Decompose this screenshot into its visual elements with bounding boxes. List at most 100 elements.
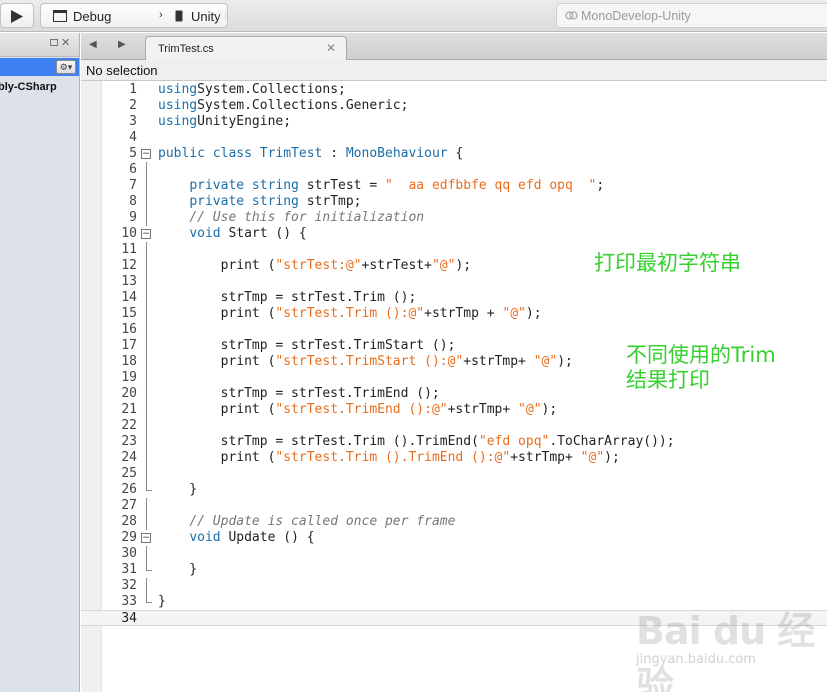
code-text: print ("strTest.TrimEnd ():@"+strTmp+ "@… bbox=[158, 402, 558, 418]
code-token: print ( bbox=[158, 402, 276, 417]
code-line[interactable]: 10− void Start () { bbox=[81, 226, 827, 242]
close-icon[interactable]: ✕ bbox=[326, 41, 336, 55]
code-line[interactable]: 30 bbox=[81, 546, 827, 562]
keyword-token: void bbox=[189, 226, 221, 241]
code-token: Start () { bbox=[220, 226, 307, 241]
forward-arrow-icon[interactable]: ▶ bbox=[118, 39, 126, 50]
fold-guide bbox=[146, 466, 147, 482]
code-line[interactable]: 22 bbox=[81, 418, 827, 434]
code-token: print ( bbox=[158, 450, 276, 465]
code-line[interactable]: 16 bbox=[81, 322, 827, 338]
line-number: 18 bbox=[121, 354, 137, 369]
device-icon bbox=[175, 10, 183, 22]
code-line[interactable]: 15 print ("strTest.Trim ():@"+strTmp + "… bbox=[81, 306, 827, 322]
code-line[interactable]: 27 bbox=[81, 498, 827, 514]
string-token: "strTest.TrimStart ():@" bbox=[275, 354, 464, 369]
fold-guide bbox=[146, 418, 147, 434]
code-text: void Update () { bbox=[158, 530, 315, 546]
fold-guide bbox=[146, 498, 147, 514]
string-token: "strTest.Trim ():@" bbox=[275, 306, 425, 321]
main-toolbar: Debug › Unity Editor MonoDevelop-Unity bbox=[0, 0, 827, 32]
minimize-pad-icon[interactable] bbox=[50, 39, 58, 46]
code-token: ); bbox=[541, 402, 558, 417]
code-token: print ( bbox=[158, 306, 276, 321]
code-line[interactable]: 25 bbox=[81, 466, 827, 482]
line-number: 23 bbox=[121, 434, 137, 449]
code-line[interactable]: 29− void Update () { bbox=[81, 530, 827, 546]
line-number: 24 bbox=[121, 450, 137, 465]
code-line[interactable]: 6 bbox=[81, 162, 827, 178]
watermark-url: jingyan.baidu.com bbox=[636, 652, 756, 667]
fold-guide bbox=[146, 290, 147, 306]
line-number: 1 bbox=[129, 82, 137, 97]
fold-guide bbox=[146, 338, 147, 354]
code-line[interactable]: 31 } bbox=[81, 562, 827, 578]
code-text: public class TrimTest : MonoBehaviour { bbox=[158, 146, 463, 162]
code-token: UnityEngine; bbox=[197, 114, 292, 129]
code-token: print ( bbox=[158, 258, 276, 273]
code-line[interactable]: 19 bbox=[81, 370, 827, 386]
code-text: // Use this for initialization bbox=[158, 210, 424, 226]
fold-guide bbox=[146, 258, 147, 274]
code-line[interactable]: 23 strTmp = strTest.Trim ().TrimEnd("efd… bbox=[81, 434, 827, 450]
fold-guide bbox=[146, 242, 147, 258]
code-line[interactable]: 2 usingSystem.Collections.Generic; bbox=[81, 98, 827, 114]
build-configuration-selector[interactable]: Debug › Unity Editor bbox=[40, 3, 228, 28]
code-line[interactable]: 26 } bbox=[81, 482, 827, 498]
type-token: MonoBehaviour bbox=[345, 146, 448, 161]
keyword-token: void bbox=[189, 530, 221, 545]
code-text: strTmp = strTest.TrimEnd (); bbox=[158, 386, 440, 402]
code-token: print ( bbox=[158, 354, 276, 369]
code-line[interactable]: 32 bbox=[81, 578, 827, 594]
code-line[interactable]: 13 bbox=[81, 274, 827, 290]
annotation-trim-compare-line1: 不同使用的Trim bbox=[626, 343, 776, 367]
run-button[interactable] bbox=[0, 3, 34, 28]
code-line[interactable]: 1 usingSystem.Collections; bbox=[81, 82, 827, 98]
back-arrow-icon[interactable]: ◀ bbox=[89, 39, 97, 50]
code-token: +strTmp+ bbox=[463, 354, 534, 369]
tab-trimtest[interactable]: TrimTest.cs ✕ bbox=[145, 36, 347, 61]
code-token: strTmp = strTest.Trim (); bbox=[158, 290, 417, 305]
code-token: } bbox=[158, 594, 166, 609]
code-line[interactable]: 14 strTmp = strTest.Trim (); bbox=[81, 290, 827, 306]
code-text: usingUnityEngine; bbox=[158, 114, 291, 130]
solution-item-assembly-csharp[interactable]: bly-CSharp bbox=[0, 81, 57, 93]
code-token: ); bbox=[557, 354, 573, 369]
code-line[interactable]: 24 print ("strTest.Trim ().TrimEnd ():@"… bbox=[81, 450, 827, 466]
keyword-token: using bbox=[158, 82, 198, 97]
code-line[interactable]: 4 bbox=[81, 130, 827, 146]
line-number: 6 bbox=[129, 162, 137, 177]
keyword-token: using bbox=[158, 114, 198, 129]
fold-guide bbox=[146, 578, 147, 594]
line-number: 16 bbox=[121, 322, 137, 337]
code-token: .ToCharArray()); bbox=[549, 434, 675, 449]
fold-guide bbox=[146, 434, 147, 450]
code-line[interactable]: 7 private string strTest = " aa edfbbfe … bbox=[81, 178, 827, 194]
type-token: TrimTest bbox=[259, 146, 323, 161]
code-line[interactable]: 21 print ("strTest.TrimEnd ():@"+strTmp+… bbox=[81, 402, 827, 418]
code-text: private string strTest = " aa edfbbfe qq… bbox=[158, 178, 604, 194]
string-token: "@" bbox=[518, 402, 542, 417]
code-line[interactable]: 20 strTmp = strTest.TrimEnd (); bbox=[81, 386, 827, 402]
fold-guide bbox=[146, 450, 147, 466]
fold-guide bbox=[146, 162, 147, 178]
string-token: "@" bbox=[580, 450, 605, 465]
solution-selected-row[interactable]: ⚙▾ bbox=[0, 58, 79, 76]
code-line[interactable]: 3 usingUnityEngine; bbox=[81, 114, 827, 130]
code-line[interactable]: 9 // Use this for initialization bbox=[81, 210, 827, 226]
code-token: +strTmp + bbox=[424, 306, 503, 321]
close-pad-icon[interactable]: ✕ bbox=[61, 36, 70, 49]
fold-toggle-icon[interactable]: − bbox=[141, 229, 151, 239]
code-token: ); bbox=[525, 306, 542, 321]
path-bar[interactable]: No selection bbox=[81, 60, 827, 81]
fold-toggle-icon[interactable]: − bbox=[141, 533, 151, 543]
code-token: strTmp = strTest.TrimEnd (); bbox=[158, 386, 440, 401]
code-token: Update () { bbox=[220, 530, 315, 545]
code-line[interactable]: 28 // Update is called once per frame bbox=[81, 514, 827, 530]
code-line[interactable]: 5− public class TrimTest : MonoBehaviour … bbox=[81, 146, 827, 162]
fold-toggle-icon[interactable]: − bbox=[141, 149, 151, 159]
code-line[interactable]: 8 private string strTmp; bbox=[81, 194, 827, 210]
gear-icon[interactable]: ⚙▾ bbox=[56, 60, 76, 74]
code-text: } bbox=[158, 562, 197, 578]
